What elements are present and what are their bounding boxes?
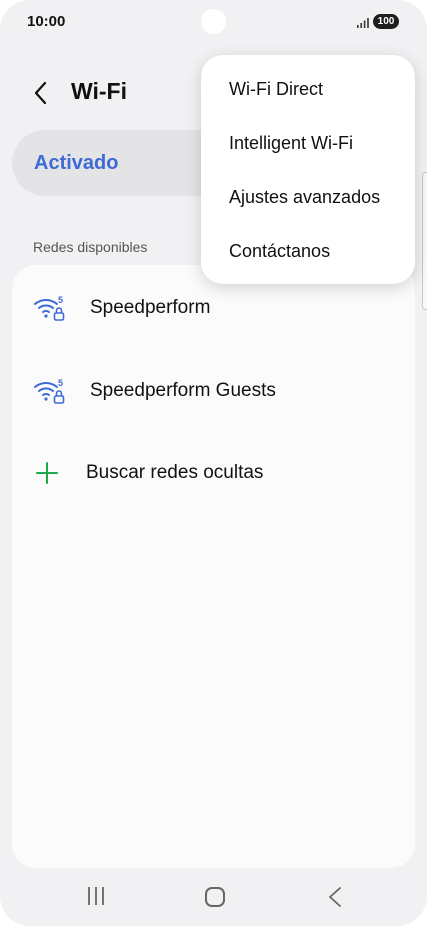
band-label: 5: [58, 295, 63, 305]
add-hidden-network-button[interactable]: Buscar redes ocultas: [86, 462, 263, 484]
wifi-lock-icon: 5: [34, 378, 65, 404]
menu-item-contact-us[interactable]: Contáctanos: [229, 241, 330, 262]
network-item[interactable]: 5 Speedperform Guests: [12, 350, 415, 430]
home-icon[interactable]: [205, 887, 225, 907]
page-title: Wi-Fi: [71, 78, 127, 104]
wifi-lock-icon: 5: [34, 295, 65, 321]
band-label: 5: [58, 378, 63, 388]
overflow-menu: Wi-Fi Direct Intelligent Wi-Fi Ajustes a…: [201, 55, 415, 284]
camera-cutout: [201, 9, 226, 34]
phone-screen: 10:00 100 Wi-Fi Activado Redes disponibl…: [0, 0, 427, 926]
back-icon[interactable]: [327, 886, 343, 908]
recents-icon[interactable]: [86, 885, 106, 907]
network-name: Speedperform Guests: [90, 380, 276, 401]
plus-icon[interactable]: [35, 461, 59, 485]
battery-indicator: 100: [373, 14, 399, 29]
edge-panel-handle[interactable]: [422, 172, 427, 310]
status-time: 10:00: [27, 13, 66, 30]
networks-card: 5 Speedperform 5 Speedperform Guests Bus…: [12, 265, 415, 868]
chevron-left-icon: [34, 81, 47, 105]
network-name: Speedperform: [90, 297, 211, 318]
menu-item-wifi-direct[interactable]: Wi-Fi Direct: [229, 79, 323, 100]
available-networks-label: Redes disponibles: [33, 239, 148, 255]
menu-item-advanced-settings[interactable]: Ajustes avanzados: [229, 187, 380, 208]
back-button[interactable]: [27, 78, 57, 108]
wifi-toggle-label: Activado: [34, 152, 119, 174]
menu-item-intelligent-wifi[interactable]: Intelligent Wi-Fi: [229, 133, 353, 154]
signal-icon: [357, 18, 369, 28]
